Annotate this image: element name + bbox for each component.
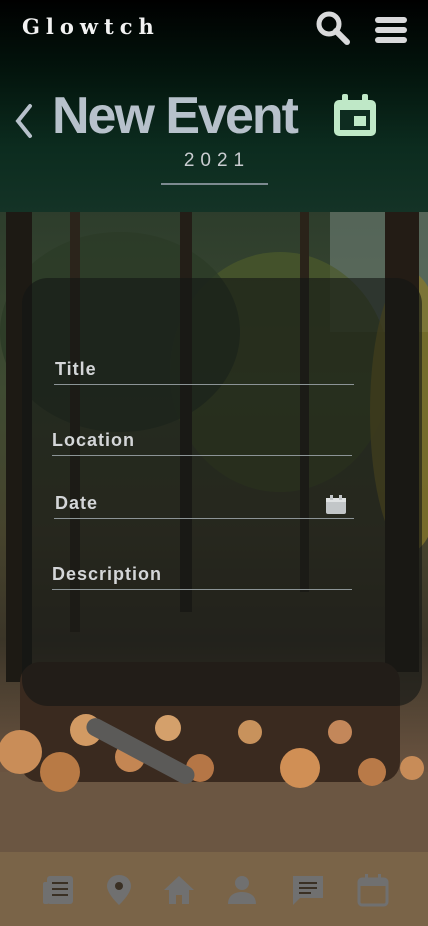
menu-icon bbox=[375, 17, 407, 43]
calendar-icon bbox=[334, 94, 376, 136]
description-field-underline[interactable] bbox=[52, 589, 352, 590]
nav-home-button[interactable] bbox=[161, 872, 197, 908]
location-field-label[interactable]: Location bbox=[52, 430, 135, 451]
chevron-left-icon bbox=[15, 104, 32, 138]
brand-logo: Glowtch bbox=[22, 14, 160, 39]
app-header: Glowtch New Event 2021 bbox=[0, 0, 428, 212]
bottom-navigation bbox=[0, 862, 428, 922]
person-icon bbox=[228, 876, 256, 904]
description-field-label[interactable]: Description bbox=[52, 564, 162, 585]
home-icon bbox=[164, 876, 194, 904]
location-pin-icon bbox=[107, 875, 131, 905]
nav-news-button[interactable] bbox=[41, 872, 77, 908]
search-button[interactable] bbox=[314, 10, 352, 46]
calendar-icon bbox=[326, 495, 346, 514]
news-icon bbox=[43, 876, 73, 904]
title-field-label[interactable]: Title bbox=[55, 359, 97, 380]
event-form-card bbox=[22, 278, 422, 706]
nav-profile-button[interactable] bbox=[224, 872, 260, 908]
date-picker-button[interactable] bbox=[325, 495, 347, 515]
year-underline bbox=[161, 183, 268, 185]
calendar-picker-button[interactable] bbox=[330, 94, 380, 138]
nav-calendar-button[interactable] bbox=[355, 872, 391, 908]
nav-location-button[interactable] bbox=[101, 872, 137, 908]
date-field-underline[interactable] bbox=[54, 518, 354, 519]
title-field-underline[interactable] bbox=[54, 384, 354, 385]
back-button[interactable] bbox=[12, 100, 40, 142]
menu-button[interactable] bbox=[372, 14, 410, 46]
date-field-label[interactable]: Date bbox=[55, 493, 98, 514]
nav-chat-button[interactable] bbox=[290, 872, 326, 908]
location-field-underline[interactable] bbox=[52, 455, 352, 456]
calendar-icon bbox=[357, 874, 389, 907]
chat-icon bbox=[293, 876, 323, 905]
year-label: 2021 bbox=[183, 150, 251, 171]
search-icon bbox=[316, 11, 350, 45]
page-title: New Event bbox=[52, 87, 299, 145]
